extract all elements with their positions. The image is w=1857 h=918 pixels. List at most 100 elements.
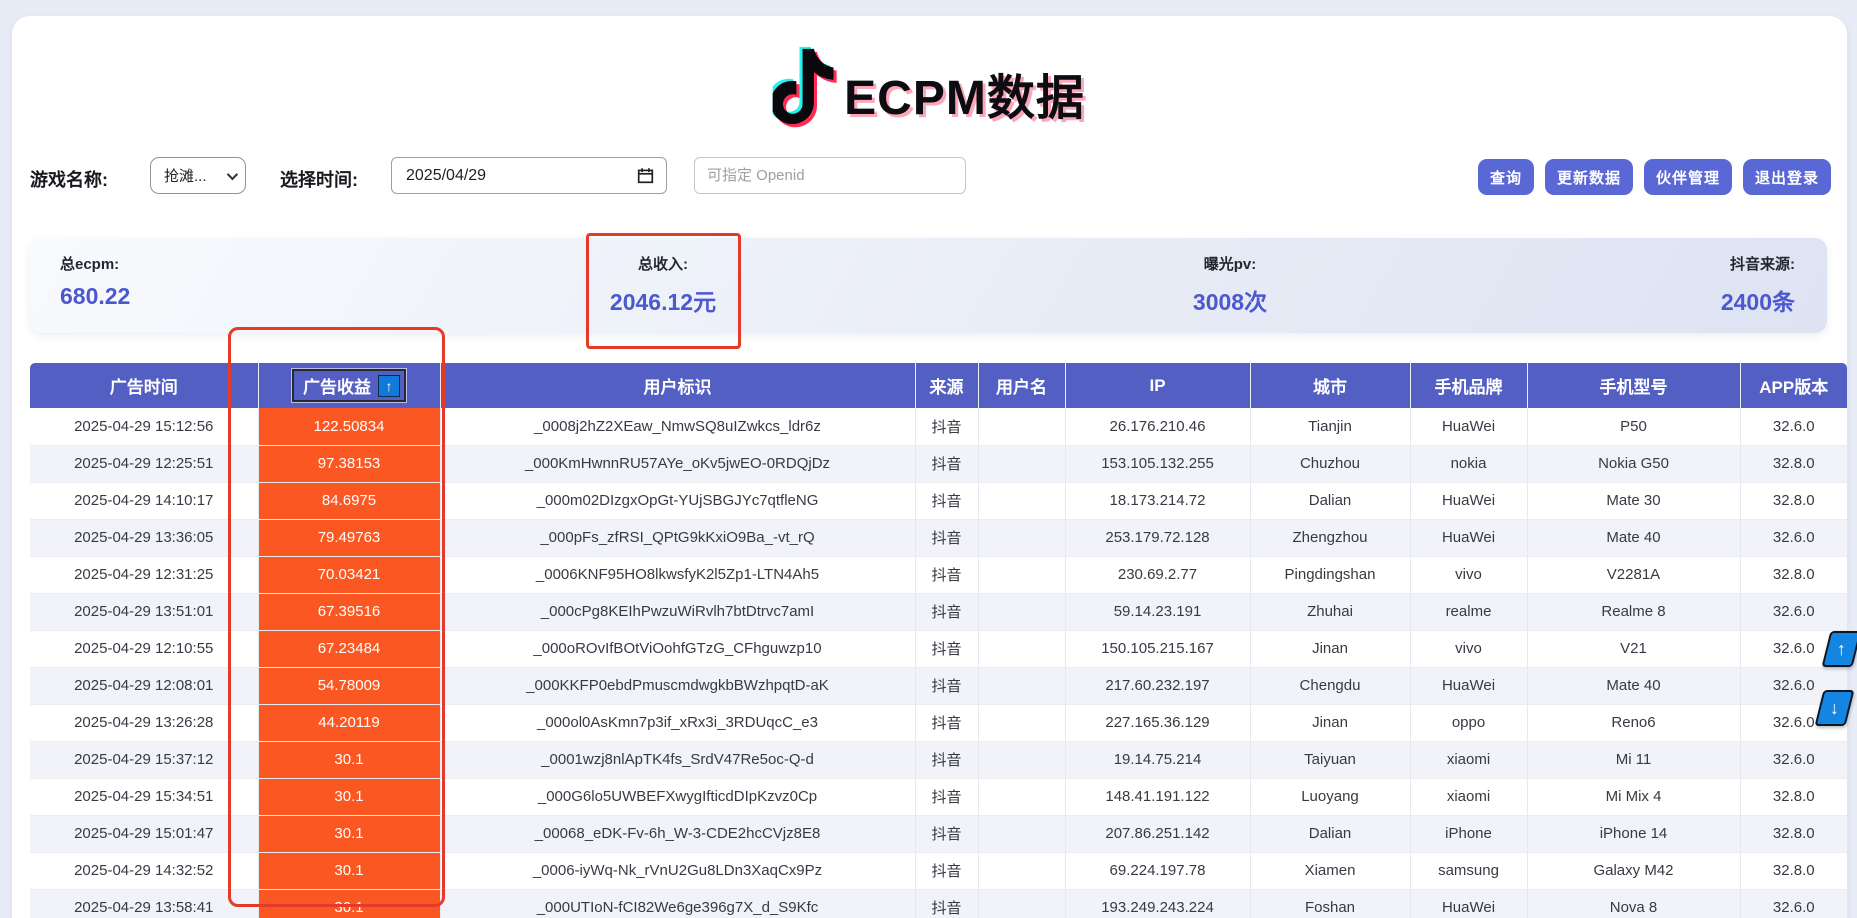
cell-user-id: _000m02DIzgxOpGt-YUjSBGJYc7qtfleNG: [440, 482, 915, 519]
cell-city: Chengdu: [1250, 667, 1410, 704]
data-table: 广告时间广告收益↑用户标识来源用户名IP城市手机品牌手机型号APP版本 2025…: [30, 363, 1847, 918]
update-data-button[interactable]: 更新数据: [1545, 159, 1633, 195]
cell-ip: 59.14.23.191: [1065, 593, 1250, 630]
openid-input[interactable]: [694, 157, 966, 194]
cell-ad-revenue: 67.39516: [258, 593, 440, 630]
cell-ip: 148.41.191.122: [1065, 778, 1250, 815]
cell-phone-brand: HuaWei: [1410, 667, 1527, 704]
cell-user-id: _000ol0AsKmn7p3if_xRx3i_3RDUqcC_e3: [440, 704, 915, 741]
cell-city: Jinan: [1250, 630, 1410, 667]
cell-source: 抖音: [915, 556, 978, 593]
cell-username: [978, 556, 1065, 593]
cell-user-id: _00068_eDK-Fv-6h_W-3-CDE2hcCVjz8E8: [440, 815, 915, 852]
page: ECPM数据 游戏名称: 抢滩... 选择时间: 2025/04/29 查询 更…: [0, 0, 1857, 918]
arrow-down-icon: ↓: [1830, 698, 1839, 719]
cell-ip: 193.249.243.224: [1065, 889, 1250, 918]
cell-ad-revenue: 122.50834: [258, 408, 440, 445]
cell-app-version: 32.6.0: [1740, 519, 1847, 556]
cell-ad-revenue: 67.23484: [258, 630, 440, 667]
cell-city: Dalian: [1250, 482, 1410, 519]
cell-source: 抖音: [915, 704, 978, 741]
column-header-app-version: APP版本: [1740, 363, 1847, 408]
cell-username: [978, 889, 1065, 918]
cell-source: 抖音: [915, 482, 978, 519]
column-header-user-id: 用户标识: [440, 363, 915, 408]
table-row: 2025-04-29 13:36:0579.49763_000pFs_zfRSI…: [30, 519, 1847, 556]
cell-source: 抖音: [915, 852, 978, 889]
column-header-ad-revenue[interactable]: 广告收益↑: [258, 363, 440, 408]
date-input[interactable]: 2025/04/29: [391, 157, 667, 194]
table-row: 2025-04-29 15:12:56122.50834_0008j2hZ2XE…: [30, 408, 1847, 445]
revenue-sort-button[interactable]: 广告收益↑: [292, 369, 406, 402]
cell-username: [978, 815, 1065, 852]
stat-label: 总收入:: [610, 253, 716, 274]
cell-app-version: 32.6.0: [1740, 741, 1847, 778]
table-row: 2025-04-29 12:25:5197.38153_000KmHwnnRU5…: [30, 445, 1847, 482]
cell-phone-brand: oppo: [1410, 704, 1527, 741]
table-row: 2025-04-29 14:10:1784.6975_000m02DIzgxOp…: [30, 482, 1847, 519]
arrow-up-icon: ↑: [1837, 639, 1846, 660]
cell-ad-revenue: 30.1: [258, 741, 440, 778]
cell-ip: 26.176.210.46: [1065, 408, 1250, 445]
cell-phone-model: Reno6: [1527, 704, 1740, 741]
stat-value: 2046.12元: [610, 283, 716, 317]
table-row: 2025-04-29 12:08:0154.78009_000KKFP0ebdP…: [30, 667, 1847, 704]
cell-user-id: _000KmHwnnRU57AYe_oKv5jwEO-0RDQjDz: [440, 445, 915, 482]
cell-ip: 150.105.215.167: [1065, 630, 1250, 667]
cell-username: [978, 519, 1065, 556]
cell-username: [978, 778, 1065, 815]
cell-phone-brand: xiaomi: [1410, 778, 1527, 815]
cell-city: Pingdingshan: [1250, 556, 1410, 593]
cell-ad-revenue: 54.78009: [258, 667, 440, 704]
query-button[interactable]: 查询: [1478, 159, 1534, 195]
cell-phone-brand: realme: [1410, 593, 1527, 630]
column-header-username: 用户名: [978, 363, 1065, 408]
cell-app-version: 32.8.0: [1740, 852, 1847, 889]
cell-app-version: 32.6.0: [1740, 408, 1847, 445]
cell-app-version: 32.8.0: [1740, 815, 1847, 852]
cell-phone-brand: samsung: [1410, 852, 1527, 889]
cell-ad-revenue: 30.1: [258, 852, 440, 889]
game-select[interactable]: 抢滩...: [150, 157, 246, 194]
game-name-label: 游戏名称:: [30, 166, 108, 192]
cell-user-id: _000cPg8KEIhPwzuWiRvlh7btDtrvc7amI: [440, 593, 915, 630]
cell-source: 抖音: [915, 630, 978, 667]
column-header-phone-brand: 手机品牌: [1410, 363, 1527, 408]
stat-value: 680.22: [60, 283, 130, 310]
cell-ip: 230.69.2.77: [1065, 556, 1250, 593]
cell-phone-model: Nokia G50: [1527, 445, 1740, 482]
date-value: 2025/04/29: [406, 167, 486, 185]
cell-phone-brand: HuaWei: [1410, 408, 1527, 445]
cell-ad-revenue: 97.38153: [258, 445, 440, 482]
table-row: 2025-04-29 13:58:4130.1_000UTIoN-fCI82We…: [30, 889, 1847, 918]
cell-username: [978, 408, 1065, 445]
column-header-ip: IP: [1065, 363, 1250, 408]
cell-phone-model: V2281A: [1527, 556, 1740, 593]
column-header-phone-model: 手机型号: [1527, 363, 1740, 408]
cell-user-id: _000UTIoN-fCI82We6ge396g7X_d_S9Kfc: [440, 889, 915, 918]
cell-phone-model: V21: [1527, 630, 1740, 667]
cell-source: 抖音: [915, 815, 978, 852]
cell-phone-model: Mi 11: [1527, 741, 1740, 778]
cell-ip: 207.86.251.142: [1065, 815, 1250, 852]
cell-ad-time: 2025-04-29 12:10:55: [30, 630, 258, 667]
cell-city: Dalian: [1250, 815, 1410, 852]
table-body: 2025-04-29 15:12:56122.50834_0008j2hZ2XE…: [30, 408, 1847, 918]
cell-phone-brand: vivo: [1410, 630, 1527, 667]
cell-city: Foshan: [1250, 889, 1410, 918]
logout-button[interactable]: 退出登录: [1743, 159, 1831, 195]
partner-management-button[interactable]: 伙伴管理: [1644, 159, 1732, 195]
cell-city: Chuzhou: [1250, 445, 1410, 482]
cell-phone-model: Mate 30: [1527, 482, 1740, 519]
cell-ip: 18.173.214.72: [1065, 482, 1250, 519]
stat-label: 曝光pv:: [1193, 253, 1267, 274]
cell-ip: 19.14.75.214: [1065, 741, 1250, 778]
cell-source: 抖音: [915, 408, 978, 445]
cell-phone-model: Nova 8: [1527, 889, 1740, 918]
cell-phone-model: Mi Mix 4: [1527, 778, 1740, 815]
table-row: 2025-04-29 12:10:5567.23484_000oROvIfBOt…: [30, 630, 1847, 667]
cell-user-id: _0008j2hZ2XEaw_NmwSQ8uIZwkcs_ldr6z: [440, 408, 915, 445]
cell-user-id: _000KKFP0ebdPmuscmdwgkbBWzhpqtD-aK: [440, 667, 915, 704]
cell-ip: 253.179.72.128: [1065, 519, 1250, 556]
cell-phone-model: Mate 40: [1527, 667, 1740, 704]
